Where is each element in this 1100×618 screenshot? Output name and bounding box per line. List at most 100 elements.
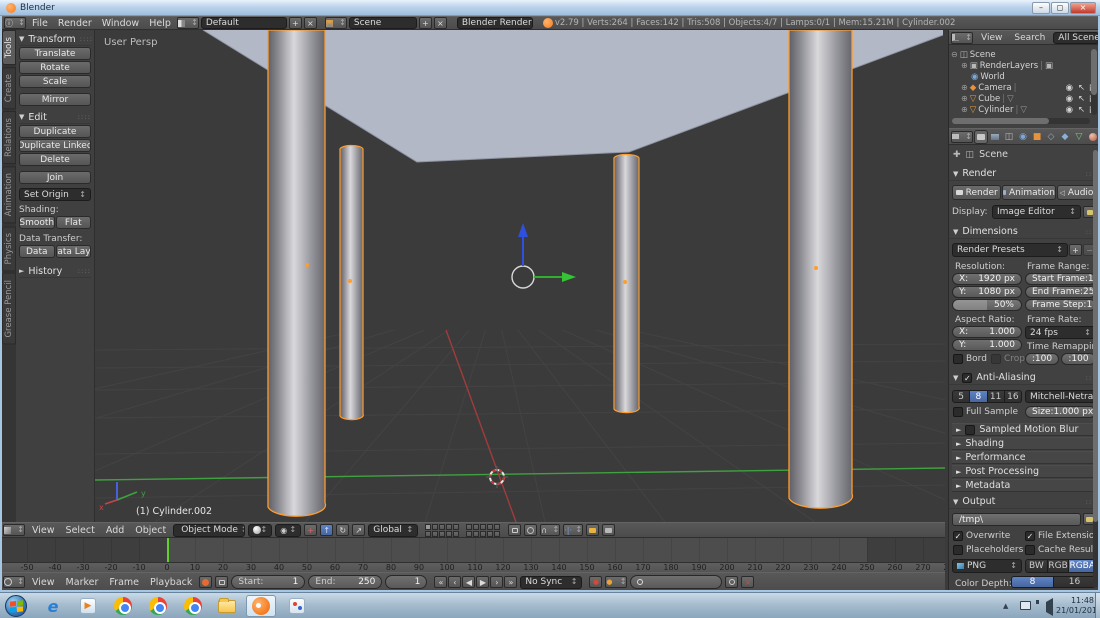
- layer-toggle[interactable]: [480, 524, 486, 530]
- frame-step-field[interactable]: Frame Step:1: [1025, 299, 1096, 311]
- antialiasing-checkbox[interactable]: ✓: [962, 373, 972, 383]
- history-panel-header[interactable]: ►History: [19, 265, 91, 278]
- properties-tab-material[interactable]: [1087, 131, 1099, 143]
- crop-checkbox[interactable]: Crop: [991, 354, 1025, 364]
- taskbar-blender-button[interactable]: [246, 595, 276, 617]
- remap-old-field[interactable]: :100: [1025, 353, 1059, 365]
- layer-toggle[interactable]: [487, 524, 493, 530]
- full-sample-checkbox[interactable]: Full Sample: [953, 407, 1018, 417]
- menu-file[interactable]: File: [28, 18, 52, 29]
- remap-new-field[interactable]: :100: [1061, 353, 1096, 365]
- taskbar-chrome-button-2[interactable]: [143, 595, 173, 617]
- border-checkbox[interactable]: Bord: [953, 354, 987, 364]
- vp-menu-select[interactable]: Select: [62, 525, 99, 536]
- outliner-row-cube[interactable]: ⊕ ▽ Cube|▽ ◉ ↖ ▦: [961, 93, 1100, 104]
- end-frame-field[interactable]: End:250: [308, 575, 382, 589]
- shading-panel[interactable]: ►Shading: [952, 437, 1096, 450]
- mirror-button[interactable]: Mirror: [19, 93, 91, 106]
- use-preview-range-button[interactable]: [199, 576, 212, 588]
- edit-panel-header[interactable]: ▼Edit: [19, 111, 91, 124]
- outliner-menu-search[interactable]: Search: [1010, 33, 1049, 43]
- cylinder-column-3[interactable]: [614, 154, 639, 412]
- play-button[interactable]: ▶: [476, 576, 489, 588]
- manipulator-translate-button[interactable]: ↑: [320, 524, 333, 536]
- taskbar-paint-button[interactable]: [282, 595, 312, 617]
- maximize-button[interactable]: ◻: [1051, 2, 1069, 14]
- tl-menu-playback[interactable]: Playback: [146, 577, 196, 588]
- taskbar-explorer-button[interactable]: [212, 595, 242, 617]
- layout-icon-button[interactable]: ↕: [177, 17, 199, 29]
- scene-icon-button[interactable]: ↕: [325, 17, 347, 29]
- resolution-x-field[interactable]: X:1920 px: [952, 273, 1022, 285]
- editor-type-properties-button[interactable]: ↕: [951, 131, 973, 143]
- layer-toggle[interactable]: [439, 524, 445, 530]
- outliner-row-scene[interactable]: ⊖ ◫ Scene: [951, 49, 1091, 60]
- close-button[interactable]: ×: [1070, 2, 1096, 14]
- jump-to-start-button[interactable]: «: [434, 576, 447, 588]
- selectable-icon[interactable]: ↖: [1078, 105, 1085, 115]
- layer-toggle[interactable]: [453, 531, 459, 537]
- cylinder-column-4[interactable]: [789, 30, 852, 508]
- layer-toggle[interactable]: [446, 524, 452, 530]
- record-button[interactable]: ●: [589, 576, 602, 588]
- join-button[interactable]: Join: [19, 171, 91, 184]
- set-origin-dropdown[interactable]: Set Origin↕: [19, 188, 91, 201]
- menu-render[interactable]: Render: [54, 18, 96, 29]
- layer-toggle[interactable]: [473, 531, 479, 537]
- render-engine-selector[interactable]: Blender Render↕: [457, 17, 533, 29]
- expand-icon[interactable]: ⊖: [951, 50, 958, 59]
- properties-tab-object[interactable]: ■: [1031, 131, 1043, 143]
- properties-scrollbar[interactable]: [1093, 150, 1098, 588]
- vp-menu-object[interactable]: Object: [131, 525, 170, 536]
- selectable-icon[interactable]: ↖: [1078, 94, 1085, 104]
- next-keyframe-button[interactable]: ›: [490, 576, 503, 588]
- render-presets-dropdown[interactable]: Render Presets↕: [952, 243, 1068, 257]
- render-animation-button[interactable]: Animation: [1002, 185, 1056, 200]
- orientation-dropdown[interactable]: Global↕: [368, 524, 418, 537]
- color-depth-segment[interactable]: 8 16: [1011, 576, 1096, 588]
- resolution-percent-slider[interactable]: 50%: [952, 299, 1022, 311]
- properties-tab-modifiers[interactable]: ◆: [1059, 131, 1071, 143]
- aspect-x-field[interactable]: X:1.000: [952, 326, 1022, 338]
- expand-icon[interactable]: ⊕: [961, 61, 968, 70]
- cache-result-checkbox[interactable]: Cache Result: [1025, 545, 1097, 555]
- duplicate-linked-button[interactable]: Duplicate Linked: [19, 139, 91, 152]
- manipulator-rotate-button[interactable]: ↻: [336, 524, 349, 536]
- viewport-shading-dropdown[interactable]: ↕: [248, 524, 272, 537]
- hide-icon[interactable]: ◉: [1066, 94, 1073, 104]
- pin-icon[interactable]: ✚: [953, 150, 961, 160]
- snap-target-button[interactable]: ·|·↕: [563, 524, 583, 536]
- current-frame-indicator[interactable]: [167, 538, 169, 562]
- volume-icon[interactable]: [1046, 598, 1053, 616]
- layer-toggle[interactable]: [425, 531, 431, 537]
- channels-segment[interactable]: BW RGB RGBA: [1025, 559, 1096, 573]
- show-desktop-button[interactable]: [1095, 593, 1100, 618]
- sampled-motion-blur-panel[interactable]: ►Sampled Motion Blur: [952, 423, 1096, 436]
- tab-animation[interactable]: Animation: [2, 166, 16, 223]
- duplicate-button[interactable]: Duplicate: [19, 125, 91, 138]
- tl-menu-marker[interactable]: Marker: [62, 577, 103, 588]
- aa-filter-dropdown[interactable]: Mitchell-Netravali↕: [1025, 390, 1096, 403]
- post-processing-panel[interactable]: ►Post Processing: [952, 465, 1096, 478]
- timeline-editor[interactable]: -50-40-30-20-100102030405060708090100110…: [0, 538, 945, 572]
- render-still-button[interactable]: Render: [952, 185, 1001, 200]
- sync-dropdown[interactable]: No Sync↕: [520, 576, 582, 589]
- mode-dropdown[interactable]: Object Mode↕: [173, 524, 245, 537]
- timeline-ruler[interactable]: -50-40-30-20-100102030405060708090100110…: [0, 562, 945, 572]
- layer-toggle[interactable]: [453, 524, 459, 530]
- performance-panel[interactable]: ►Performance: [952, 451, 1096, 464]
- add-layout-button[interactable]: +: [289, 17, 302, 29]
- properties-tab-world[interactable]: ◉: [1017, 131, 1029, 143]
- pivot-dropdown[interactable]: ◉↕: [275, 524, 301, 537]
- outliner-vscrollbar[interactable]: [1091, 49, 1097, 115]
- layer-toggle[interactable]: [425, 524, 431, 530]
- end-frame-prop-field[interactable]: End Frame:250: [1025, 286, 1096, 298]
- properties-tab-render[interactable]: [975, 131, 987, 143]
- outliner-filter-dropdown[interactable]: All Scenes: [1053, 32, 1099, 44]
- proportional-edit-button[interactable]: [524, 524, 537, 536]
- manipulator-scale-button[interactable]: ↗: [352, 524, 365, 536]
- rotate-button[interactable]: Rotate: [19, 61, 91, 74]
- menu-help[interactable]: Help: [145, 18, 175, 29]
- aa-samples-8[interactable]: 8: [970, 390, 987, 403]
- keying-set-field[interactable]: [630, 575, 722, 589]
